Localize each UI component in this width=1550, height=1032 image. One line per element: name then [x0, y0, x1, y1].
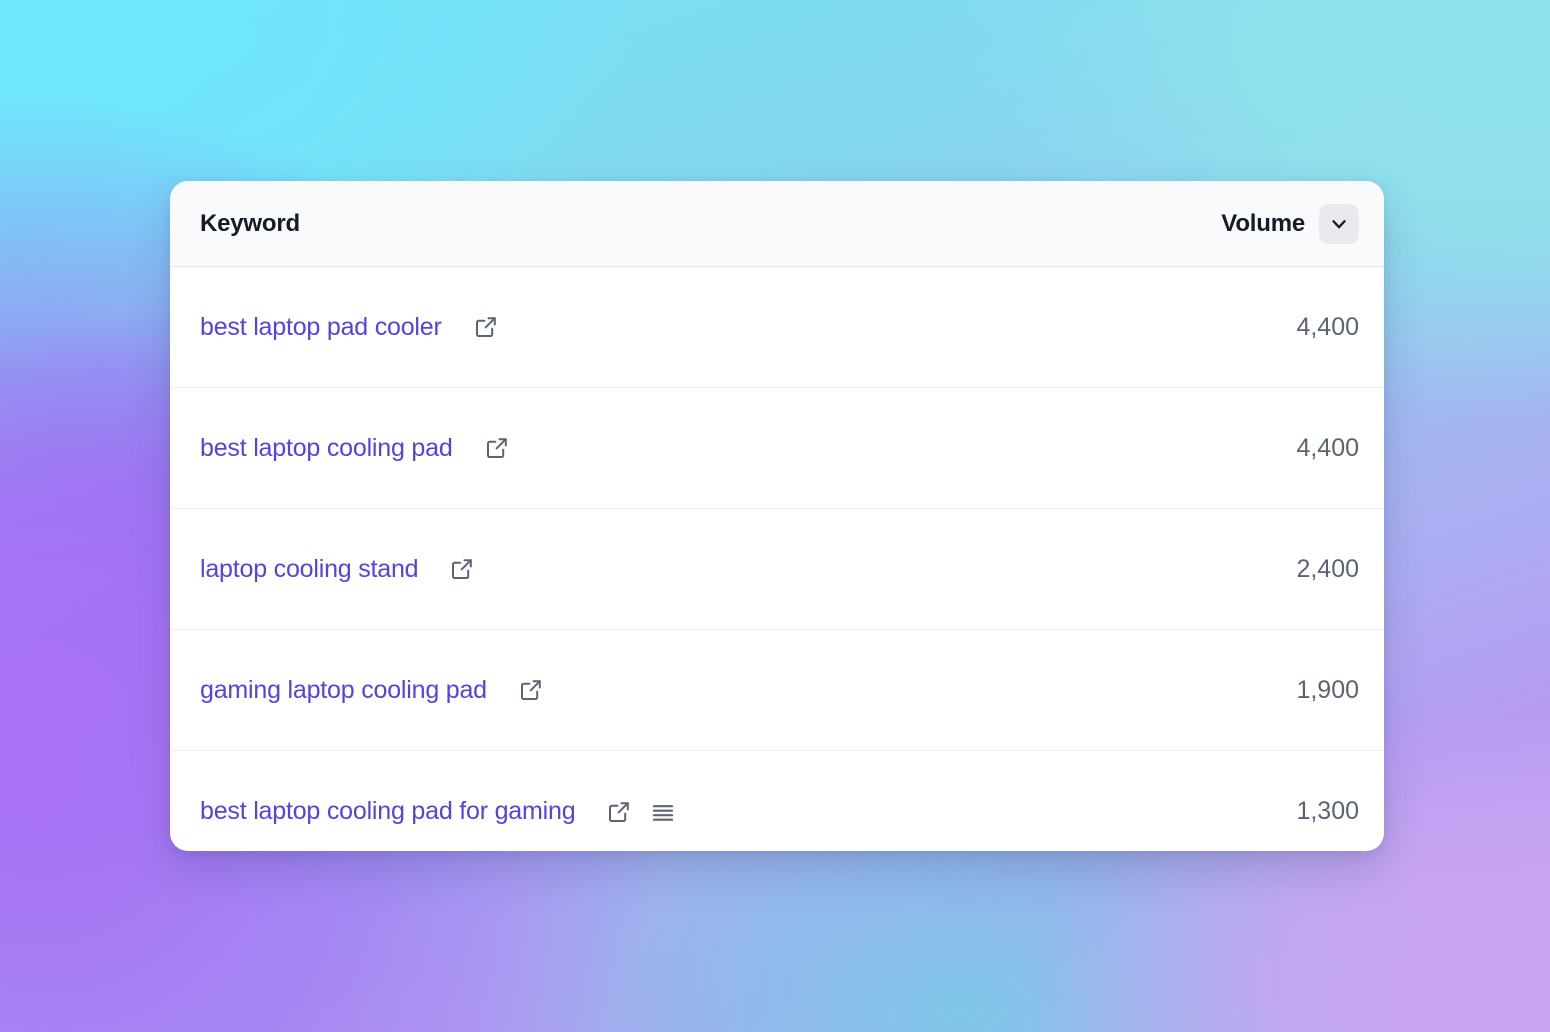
row-icons — [450, 557, 474, 581]
keyword-link[interactable]: best laptop pad cooler — [200, 313, 442, 342]
external-link-icon[interactable] — [519, 678, 543, 702]
table-row[interactable]: gaming laptop cooling pad 1,900 — [170, 630, 1384, 751]
table-row[interactable]: laptop cooling stand 2,400 — [170, 509, 1384, 630]
row-icons — [607, 800, 675, 824]
volume-header-group: Volume — [1221, 203, 1384, 244]
volume-sort-button[interactable] — [1319, 203, 1359, 244]
table-header-row: Keyword Volume — [170, 181, 1384, 267]
table-row[interactable]: best laptop cooling pad for gaming 1,300 — [170, 751, 1384, 851]
keyword-cell: laptop cooling stand — [200, 555, 1239, 584]
volume-value: 1,300 — [1296, 797, 1359, 825]
keyword-link[interactable]: laptop cooling stand — [200, 555, 419, 584]
volume-value: 4,400 — [1296, 312, 1359, 341]
chevron-down-icon — [1328, 213, 1350, 235]
volume-value: 4,400 — [1296, 433, 1359, 462]
menu-lines-icon[interactable] — [651, 800, 675, 824]
keyword-cell: best laptop cooling pad for gaming — [200, 797, 1239, 826]
keyword-link[interactable]: gaming laptop cooling pad — [200, 676, 487, 705]
keyword-volume-table-card: Keyword Volume best laptop pad cooler 4,… — [170, 181, 1384, 851]
keyword-cell: best laptop pad cooler — [200, 313, 1239, 342]
external-link-icon[interactable] — [450, 557, 474, 581]
external-link-icon[interactable] — [474, 315, 498, 339]
keyword-cell: best laptop cooling pad — [200, 434, 1239, 463]
row-icons — [485, 436, 509, 460]
volume-value: 2,400 — [1296, 554, 1359, 583]
external-link-icon[interactable] — [485, 436, 509, 460]
keyword-link[interactable]: best laptop cooling pad — [200, 434, 453, 463]
row-icons — [519, 678, 543, 702]
keyword-cell: gaming laptop cooling pad — [200, 676, 1239, 705]
column-header-volume: Volume — [1221, 209, 1305, 237]
volume-value: 1,900 — [1296, 675, 1359, 704]
table-row[interactable]: best laptop pad cooler 4,400 — [170, 267, 1384, 388]
row-icons — [474, 315, 498, 339]
keyword-link[interactable]: best laptop cooling pad for gaming — [200, 797, 576, 826]
table-row[interactable]: best laptop cooling pad 4,400 — [170, 388, 1384, 509]
external-link-icon[interactable] — [607, 800, 631, 824]
table-body: best laptop pad cooler 4,400 best laptop… — [170, 267, 1384, 851]
column-header-keyword: Keyword — [200, 209, 300, 237]
